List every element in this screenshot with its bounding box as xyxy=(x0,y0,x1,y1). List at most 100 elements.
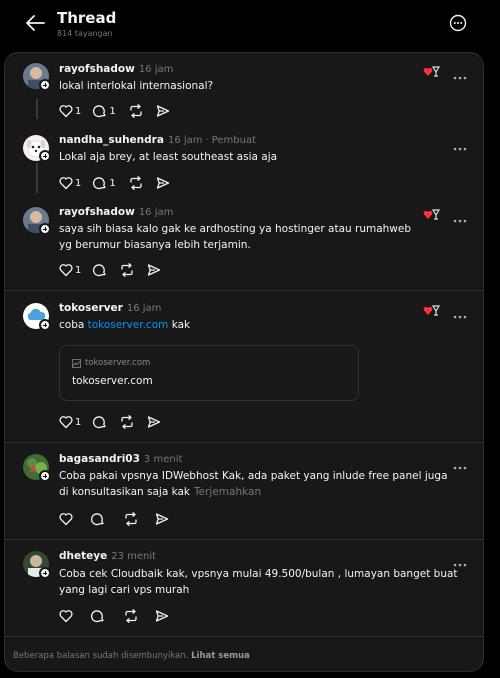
reply-button[interactable] xyxy=(93,263,107,277)
post-text: saya sih biasa kalo gak ke ardhosting ya… xyxy=(59,223,412,251)
divider xyxy=(5,290,483,291)
post-more-icon[interactable] xyxy=(452,66,468,80)
post-more-icon[interactable] xyxy=(452,137,468,151)
heart-badge-icon xyxy=(423,302,441,316)
share-button[interactable] xyxy=(155,609,169,623)
share-button[interactable] xyxy=(155,512,169,526)
reply-button[interactable] xyxy=(91,609,105,623)
repost-button[interactable] xyxy=(128,104,144,118)
repost-button[interactable] xyxy=(123,512,139,526)
post-text: Coba cek Cloudbaik kak, vpsnya mulai 49.… xyxy=(59,568,458,596)
link-preview-card[interactable]: tokoserver.com tokoserver.com xyxy=(59,345,359,401)
post-time: 23 menit xyxy=(111,551,157,562)
preview-domain-text: tokoserver.com xyxy=(85,358,151,368)
post-actions: 1 1 xyxy=(59,175,182,191)
username[interactable]: tokoserver xyxy=(59,302,123,314)
follow-plus-icon[interactable] xyxy=(39,223,51,235)
divider xyxy=(5,539,483,540)
post-actions: 1 1 xyxy=(59,103,182,119)
reply-button[interactable] xyxy=(91,512,105,526)
post-actions: 1 xyxy=(59,414,173,430)
repost-button[interactable] xyxy=(123,609,139,623)
like-count: 1 xyxy=(75,264,82,276)
preview-domain: tokoserver.com xyxy=(72,358,150,368)
thread-line xyxy=(36,99,38,119)
divider xyxy=(5,442,483,443)
reply-button[interactable]: 1 xyxy=(93,176,116,190)
post-text: Coba pakai vpsnya IDWebhost Kak, ada pak… xyxy=(59,468,454,500)
back-arrow-icon[interactable] xyxy=(22,12,48,34)
username[interactable]: rayofshadow xyxy=(59,206,135,218)
post-text: coba tokoserver.com kak xyxy=(59,317,469,333)
post-header: tokoserver 16 jam xyxy=(59,302,161,314)
post-header: rayofshadow 16 jam xyxy=(59,63,173,75)
post-time: 16 jam xyxy=(167,135,203,146)
post-text: lokal interlokal internasional? xyxy=(59,80,214,92)
repost-button[interactable] xyxy=(119,263,135,277)
heart-badge-icon xyxy=(423,63,441,77)
username[interactable]: rayofshadow xyxy=(59,63,135,75)
post-more-icon[interactable] xyxy=(452,553,468,567)
author-tag: Pembuat xyxy=(211,135,257,146)
like-button[interactable]: 1 xyxy=(59,415,81,429)
username[interactable]: dheteye xyxy=(59,550,107,562)
post-header: dheteye 23 menit xyxy=(59,550,156,562)
like-count: 1 xyxy=(75,416,82,428)
share-button[interactable] xyxy=(156,104,170,118)
follow-plus-icon[interactable] xyxy=(39,150,51,162)
share-button[interactable] xyxy=(147,263,161,277)
post-actions xyxy=(59,511,181,527)
repost-button[interactable] xyxy=(128,176,144,190)
reply-button[interactable]: 1 xyxy=(93,104,116,118)
post-time: 16 jam xyxy=(138,64,174,75)
reply-count: 1 xyxy=(109,177,116,189)
favicon-icon xyxy=(72,358,81,368)
like-button[interactable]: 1 xyxy=(59,176,81,190)
post-header: bagasandri03 3 menit xyxy=(59,453,182,465)
follow-plus-icon[interactable] xyxy=(39,79,51,91)
thread-card: rayofshadow 16 jam lokal interlokal inter… xyxy=(4,52,484,672)
post-time: 16 jam xyxy=(126,303,162,314)
follow-plus-icon[interactable] xyxy=(39,470,51,482)
more-options-icon[interactable] xyxy=(449,14,467,32)
page-title: Thread xyxy=(57,9,117,27)
post-time: 3 menit xyxy=(143,454,183,465)
post-time: 16 jam xyxy=(138,207,174,218)
username[interactable]: nandha_suhendra xyxy=(59,134,164,146)
post-more-icon[interactable] xyxy=(452,305,468,319)
see-all-link[interactable]: Lihat semua xyxy=(191,651,250,661)
top-bar: Thread 814 tayangan xyxy=(0,0,500,50)
like-button[interactable]: 1 xyxy=(59,104,81,118)
thread-line xyxy=(36,163,38,193)
post-actions xyxy=(59,608,181,624)
preview-title: tokoserver.com xyxy=(72,375,153,387)
share-button[interactable] xyxy=(156,176,170,190)
repost-button[interactable] xyxy=(119,415,135,429)
share-button[interactable] xyxy=(147,415,161,429)
post-text: Lokal aja brey, at least southeast asia … xyxy=(59,151,278,163)
like-count: 1 xyxy=(75,177,82,189)
divider xyxy=(5,636,483,637)
post-more-icon[interactable] xyxy=(452,456,468,470)
follow-plus-icon[interactable] xyxy=(39,319,51,331)
post-text-before: coba xyxy=(59,319,88,331)
post-more-icon[interactable] xyxy=(452,209,468,223)
username[interactable]: bagasandri03 xyxy=(59,453,140,465)
reply-button[interactable] xyxy=(93,415,107,429)
like-button[interactable] xyxy=(59,512,73,526)
separator-dot: · xyxy=(205,135,209,146)
post-link[interactable]: tokoserver.com xyxy=(88,319,169,331)
like-count: 1 xyxy=(75,105,82,117)
post-header: rayofshadow 16 jam xyxy=(59,206,173,218)
translate-link[interactable]: Terjemahkan xyxy=(194,486,261,498)
view-count: 814 tayangan xyxy=(57,29,113,38)
hidden-replies-notice: Beberapa balasan sudah disembunyikan. Li… xyxy=(13,651,250,661)
follow-plus-icon[interactable] xyxy=(39,567,51,579)
like-button[interactable]: 1 xyxy=(59,263,81,277)
hidden-replies-text: Beberapa balasan sudah disembunyikan. xyxy=(13,651,189,661)
like-button[interactable] xyxy=(59,609,73,623)
post-header: nandha_suhendra 16 jam · Pembuat xyxy=(59,134,256,146)
post-actions: 1 xyxy=(59,262,173,278)
post-text-after: kak xyxy=(168,319,191,331)
reply-count: 1 xyxy=(109,105,116,117)
